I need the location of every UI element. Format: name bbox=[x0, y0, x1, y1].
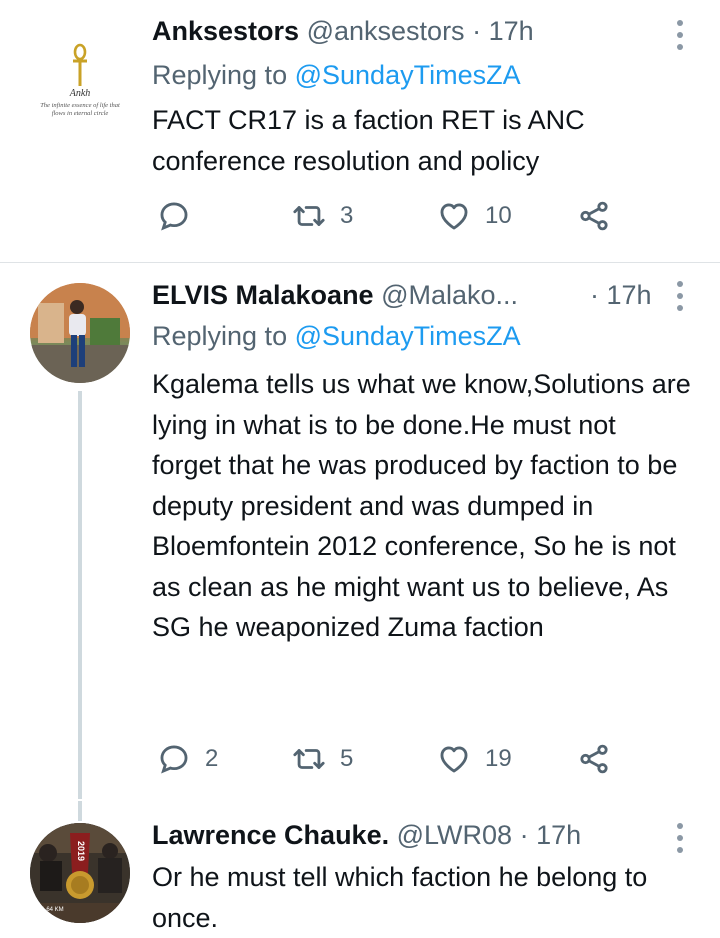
retweet-count: 5 bbox=[340, 745, 354, 772]
tweet-header: ELVIS Malakoane @Malako... bbox=[152, 282, 518, 309]
avatar-elvis-malakoane[interactable] bbox=[30, 283, 130, 383]
retweet-button[interactable]: 3 bbox=[292, 196, 353, 236]
tweet-actions: 3 10 bbox=[152, 196, 622, 236]
timestamp[interactable]: · 17h bbox=[590, 282, 652, 309]
retweet-count: 3 bbox=[340, 202, 354, 229]
share-button[interactable] bbox=[577, 196, 611, 236]
avatar-subtext: The infinite essence of life that flows … bbox=[40, 102, 120, 117]
like-icon bbox=[440, 746, 468, 773]
mention-link[interactable]: @SundayTimesZA bbox=[295, 60, 521, 90]
tweet-lawrence-chauke[interactable]: 2019 21.64 KM Lawrence Chauke. @LWR08 · … bbox=[0, 801, 720, 933]
username[interactable]: @LWR08 bbox=[397, 820, 512, 850]
share-icon bbox=[580, 744, 608, 774]
like-count: 19 bbox=[485, 745, 512, 772]
retweet-button[interactable]: 5 bbox=[292, 739, 353, 779]
thread-line bbox=[78, 391, 82, 799]
tweet-header: Lawrence Chauke. @LWR08 · 17h bbox=[152, 822, 581, 849]
medal-distance-label: 21.64 KM bbox=[38, 907, 64, 913]
like-icon bbox=[440, 203, 468, 230]
avatar-lawrence-chauke[interactable]: 2019 21.64 KM bbox=[30, 823, 130, 923]
share-icon bbox=[580, 201, 608, 231]
display-name[interactable]: ELVIS Malakoane bbox=[152, 280, 374, 310]
username[interactable]: @anksestors bbox=[307, 16, 465, 46]
separator-dot: · bbox=[472, 16, 482, 46]
replying-prefix: Replying to bbox=[152, 60, 288, 90]
tweet-elvis-malakoane[interactable]: ELVIS Malakoane @Malako... · 17h Replyin… bbox=[0, 263, 720, 803]
avatar-caption: Ankh bbox=[69, 88, 91, 99]
retweet-icon bbox=[293, 749, 325, 769]
like-count: 10 bbox=[485, 202, 512, 229]
reply-count: 2 bbox=[205, 745, 219, 772]
mention-link[interactable]: @SundayTimesZA bbox=[295, 321, 521, 351]
reply-button[interactable] bbox=[157, 196, 205, 236]
tweet-header: Anksestors @anksestors · 17h bbox=[152, 18, 534, 45]
replying-to: Replying to @SundayTimesZA bbox=[152, 62, 521, 89]
separator-dot: · bbox=[590, 280, 599, 310]
replying-to: Replying to @SundayTimesZA bbox=[152, 323, 521, 350]
username[interactable]: @Malako... bbox=[381, 280, 518, 310]
more-icon[interactable] bbox=[668, 20, 692, 50]
reply-button[interactable]: 2 bbox=[157, 739, 218, 779]
reply-icon bbox=[160, 745, 188, 774]
display-name[interactable]: Lawrence Chauke. bbox=[152, 820, 389, 850]
separator-dot: · bbox=[519, 820, 529, 850]
more-icon[interactable] bbox=[668, 823, 692, 853]
timestamp[interactable]: 17h bbox=[536, 820, 581, 850]
replying-prefix: Replying to bbox=[152, 321, 288, 351]
tweet-text: FACT CR17 is a faction RET is ANC confer… bbox=[152, 105, 585, 176]
medal-year-label: 2019 bbox=[76, 841, 86, 862]
avatar-anksestors[interactable]: Ankh The infinite essence of life that f… bbox=[30, 30, 130, 130]
tweet-text: Kgalema tells us what we know,Solutions … bbox=[152, 369, 691, 642]
display-name[interactable]: Anksestors bbox=[152, 16, 299, 46]
tweet-anksestors[interactable]: Ankh The infinite essence of life that f… bbox=[0, 0, 720, 262]
share-button[interactable] bbox=[577, 739, 611, 779]
tweet-actions: 2 5 19 bbox=[152, 739, 622, 779]
reply-icon bbox=[160, 202, 188, 231]
timestamp[interactable]: 17h bbox=[489, 16, 534, 46]
profile-photo bbox=[30, 283, 130, 383]
more-icon[interactable] bbox=[668, 281, 692, 311]
like-button[interactable]: 19 bbox=[437, 739, 512, 779]
retweet-icon bbox=[293, 206, 325, 226]
tweet-text: Or he must tell which faction he belong … bbox=[152, 862, 648, 933]
thread-line-top bbox=[78, 801, 82, 821]
like-button[interactable]: 10 bbox=[437, 196, 512, 236]
